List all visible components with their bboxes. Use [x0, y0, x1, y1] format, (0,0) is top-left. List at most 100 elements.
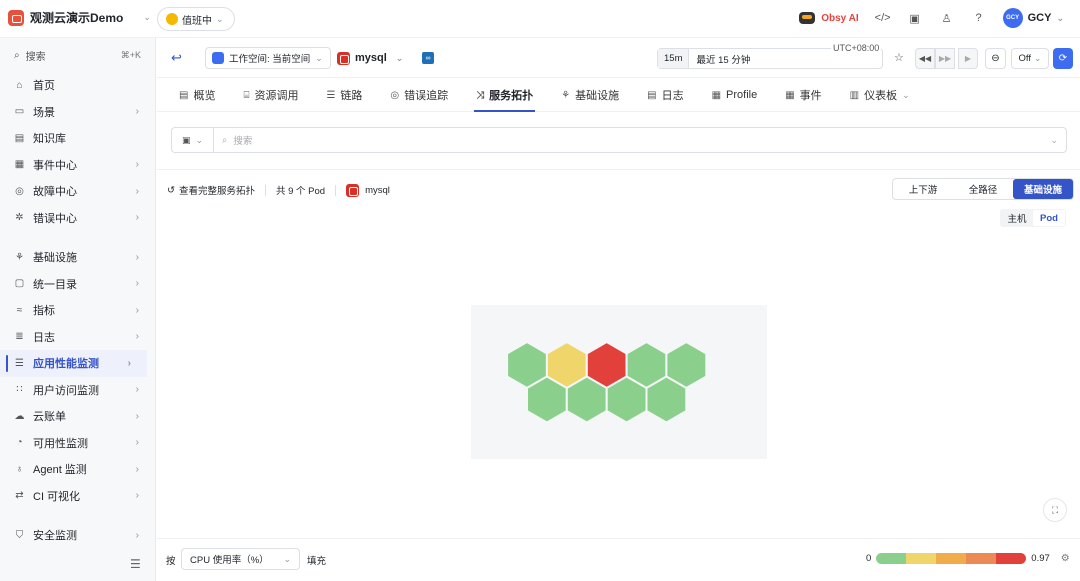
obsy-ai-button[interactable]: Obsy AI [799, 12, 859, 24]
chevron-down-icon: ⌄ [1033, 53, 1042, 63]
sidebar-item[interactable]: ☰ 应用性能监测 › [0, 350, 147, 377]
back-icon[interactable]: ↩ [171, 50, 182, 66]
sidebar-item[interactable]: ◎ 故障中心 › [0, 178, 155, 205]
legend-max: 0.97 [1031, 553, 1050, 564]
tab[interactable]: ◎ 错误追踪 [376, 78, 462, 112]
sidebar-item[interactable]: ♁ Agent 监测 › [0, 456, 155, 483]
link-icon[interactable]: ∞ [422, 52, 434, 64]
fit-view-icon[interactable]: ⛶ [1043, 498, 1067, 522]
tab-label: 错误追踪 [404, 90, 449, 102]
view-mode-option[interactable]: 基础设施 [1013, 179, 1073, 199]
legend-gradient [876, 553, 1027, 564]
tab[interactable]: ⤨ 服务拓扑 [462, 78, 547, 112]
chevron-down-icon: ⌄ [902, 89, 910, 100]
tab[interactable]: ⌸ 资源调用 [229, 78, 312, 112]
report-icon[interactable]: ▣ [907, 10, 923, 26]
tab[interactable]: ▥ 仪表板 ⌄ [836, 78, 924, 112]
sidebar-item[interactable]: ⌂ 首页 [0, 72, 155, 99]
code-icon[interactable]: </> [875, 10, 891, 26]
sidebar-item-label: 应用性能监测 [33, 358, 99, 371]
view-mode-option[interactable]: 上下游 [893, 179, 953, 199]
event-icon: ▦ [785, 89, 795, 101]
metric-select[interactable]: CPU 使用率（%） ⌄ [181, 548, 300, 570]
zoom-out-icon[interactable]: ⊖ [985, 48, 1006, 69]
chevron-down-icon: ⌄ [143, 12, 151, 22]
metric-label: CPU 使用率（%） [190, 555, 269, 566]
divider [335, 184, 337, 196]
resource-icon: ⌸ [243, 89, 250, 101]
profile-icon: ▦ [711, 89, 722, 101]
sidebar-item[interactable]: ▦ 事件中心 › [0, 152, 155, 179]
refresh-icon[interactable]: ⟳ [1053, 48, 1073, 69]
chevron-right-icon: › [135, 437, 139, 449]
chevron-right-icon: › [135, 490, 139, 502]
object-mode-option[interactable]: 主机 [1001, 210, 1033, 226]
sidebar-item[interactable]: ▢ 统一目录 › [0, 271, 155, 298]
sidebar-item[interactable]: ⚘ 基础设施 › [0, 244, 155, 271]
pod-hexagon[interactable] [605, 375, 648, 424]
chevron-down-icon: ⌄ [283, 553, 291, 564]
tab[interactable]: ☰ 链路 [312, 78, 376, 112]
view-mode-option[interactable]: 全路径 [953, 179, 1013, 199]
sidebar-item[interactable]: ≣ 日志 › [0, 324, 155, 351]
pin-icon[interactable]: ☆ [894, 51, 904, 64]
chevron-down-icon[interactable]: ⌄ [1050, 135, 1058, 146]
pod-hexagon[interactable] [526, 375, 568, 424]
cloud-icon: ☁ [14, 410, 25, 422]
sidebar-item[interactable]: ☁ 云账单 › [0, 403, 155, 430]
pod-hexagon[interactable] [645, 375, 688, 424]
full-topology-link[interactable]: ↺ 查看完整服务拓扑 [167, 183, 255, 198]
object-mode-option[interactable]: Pod [1033, 210, 1065, 226]
sidebar-item-label: 故障中心 [33, 186, 77, 199]
trace-icon: ☰ [326, 89, 336, 101]
sidebar-item[interactable]: ◔ 可用性监测 › [0, 430, 155, 457]
chevron-right-icon: › [135, 251, 139, 263]
undo-icon: ↺ [167, 184, 175, 196]
ci-icon: ⇄ [15, 490, 24, 502]
tab[interactable]: ⚘ 基础设施 [547, 78, 633, 112]
sidebar-item[interactable]: ∷ 用户访问监测 › [0, 377, 155, 404]
chevron-right-icon: › [135, 410, 139, 422]
search-icon: ⌕ [222, 134, 228, 146]
divider [0, 237, 155, 238]
playback-controls: ◀◀ ▶▶ ▶ [915, 48, 978, 69]
user-menu[interactable]: GCY GCY ⌄ [1002, 8, 1064, 28]
user-icon[interactable]: ♙ [939, 10, 955, 26]
workspace-switcher[interactable]: 观测云演示Demo ⌄ [8, 9, 151, 26]
play-icon[interactable]: ▶ [958, 48, 978, 69]
metric-icon: ≈ [16, 304, 23, 316]
main-content: ↩ 工作空间: 当前空间 ⌄ mysql ⌄ ∞ 15m 最近 15 分钟 UT… [157, 38, 1080, 581]
collapse-sidebar-icon[interactable]: ☰ [130, 557, 141, 571]
tab[interactable]: ▦ 事件 [771, 78, 835, 112]
auto-refresh-select[interactable]: Off ⌄ [1011, 48, 1049, 69]
search-shortcut: ⌘+K [120, 49, 141, 60]
rewind-icon[interactable]: ◀◀ [915, 48, 935, 69]
sidebar-item[interactable]: ✲ 错误中心 › [0, 205, 155, 232]
forward-icon[interactable]: ▶▶ [935, 48, 955, 69]
on-duty-button[interactable]: 值班中 ⌄ [157, 7, 235, 31]
workspace-scope-select[interactable]: 工作空间: 当前空间 ⌄ [205, 47, 331, 69]
bug-icon: ✲ [15, 212, 24, 224]
sidebar-search[interactable]: ⌕ 搜索 ⌘+K [8, 44, 147, 66]
full-topology-label: 查看完整服务拓扑 [178, 186, 255, 197]
timezone-label[interactable]: UTC+08:00 [831, 43, 882, 53]
sidebar-item[interactable]: ⛉ 安全监测 › [0, 522, 155, 549]
tab[interactable]: ▤ 日志 [633, 78, 697, 112]
sidebar-item[interactable]: ⇄ CI 可视化 › [0, 483, 155, 510]
tab[interactable]: ▤ 概览 [165, 78, 229, 112]
service-select[interactable]: mysql ⌄ [337, 47, 403, 69]
sidebar-item[interactable]: ▭ 场景 › [0, 99, 155, 126]
help-icon[interactable]: ? [971, 10, 987, 26]
filter-mode-select[interactable]: ▣ ⌄ [172, 128, 214, 152]
pod-count: 共 9 个 Pod [275, 186, 326, 197]
sidebar-item[interactable]: ▤ 知识库 [0, 125, 155, 152]
gear-icon[interactable]: ⚙ [1061, 553, 1070, 564]
filter-search-input[interactable]: ⌕ 搜索 [214, 133, 1050, 148]
apm-icon: ☰ [15, 357, 24, 369]
dashboard-icon: ▥ [849, 89, 860, 101]
agent-icon: ♁ [15, 463, 24, 475]
sidebar-item-label: 首页 [33, 80, 55, 93]
sidebar-item-label: 可用性监测 [33, 437, 88, 450]
tab[interactable]: ▦ Profile [698, 78, 772, 112]
sidebar-item[interactable]: ≈ 指标 › [0, 297, 155, 324]
